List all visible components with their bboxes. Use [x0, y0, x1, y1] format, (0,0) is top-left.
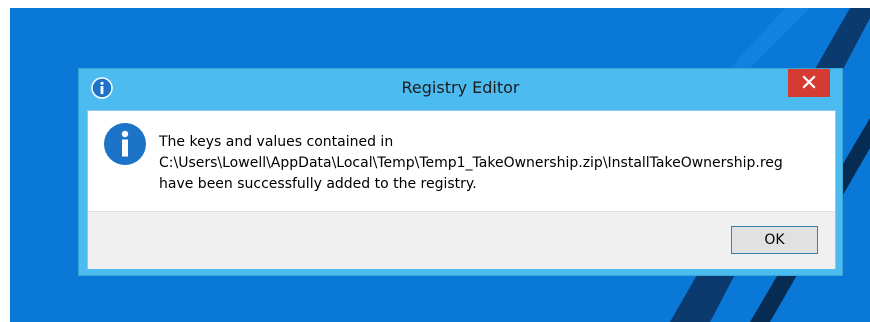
- registry-editor-dialog: Registry Editor The keys and values cont…: [78, 68, 843, 276]
- message-line: C:\Users\Lowell\AppData\Local\Temp\Temp1…: [159, 155, 783, 171]
- desktop-background: Registry Editor The keys and values cont…: [10, 8, 870, 322]
- dialog-titlebar[interactable]: Registry Editor: [79, 69, 842, 107]
- ok-button[interactable]: OK: [731, 226, 818, 254]
- info-icon: [103, 122, 147, 166]
- message-area: The keys and values contained in C:\User…: [88, 111, 835, 211]
- message-line: The keys and values contained in: [159, 134, 394, 150]
- dialog-footer: OK: [88, 211, 835, 269]
- dialog-title: Registry Editor: [401, 78, 520, 97]
- close-icon: [802, 74, 816, 93]
- message-text: The keys and values contained in C:\User…: [159, 132, 783, 195]
- close-button[interactable]: [788, 69, 830, 97]
- dialog-content: The keys and values contained in C:\User…: [87, 110, 836, 269]
- message-line: have been successfully added to the regi…: [159, 176, 477, 192]
